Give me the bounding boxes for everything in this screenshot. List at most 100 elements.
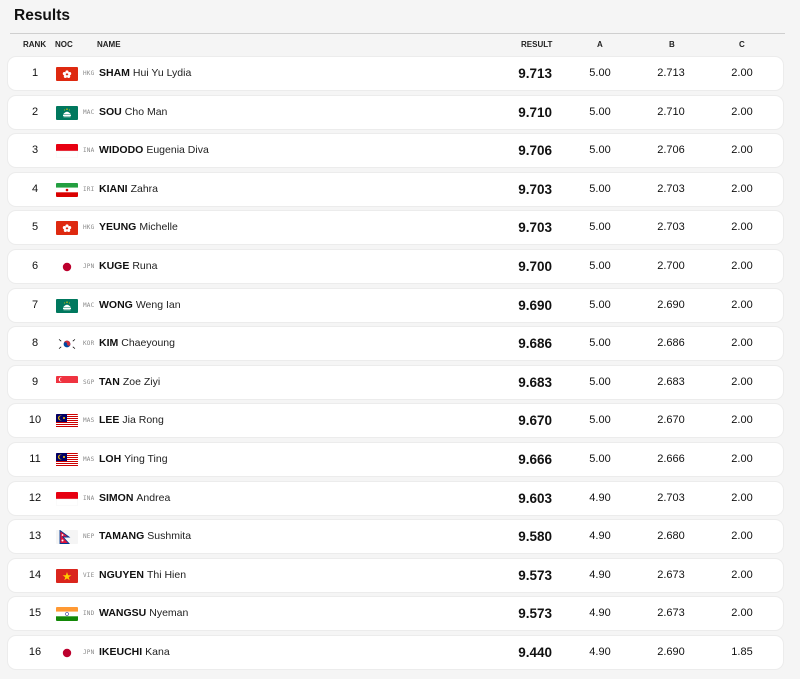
score-b-cell: 2.713 — [657, 67, 685, 79]
score-b-cell: 2.710 — [657, 105, 685, 118]
score-c-cell: 2.00 — [731, 144, 753, 157]
rank-cell: 13 — [28, 530, 42, 543]
score-c-cell: 2.00 — [731, 568, 753, 581]
athlete-surname: IKEUCHI — [99, 646, 143, 658]
table-row[interactable]: 8 KOR KIM Chaeyoung 9.686 5.00 2.686 2.00 — [8, 327, 783, 361]
athlete-given-name: Cho Man — [124, 105, 168, 118]
athlete-surname: SIMON — [99, 491, 134, 504]
table-row[interactable]: 5 HKG YEUNG Michelle 9.703 5.00 2.703 2.00 — [8, 211, 783, 245]
noc-code: NEP — [83, 533, 95, 541]
rank-cell: 14 — [28, 568, 42, 581]
noc-code: MAS — [83, 417, 95, 425]
score-c-cell: 2.00 — [731, 67, 753, 79]
flag-hkg-icon — [56, 221, 78, 236]
score-a-cell: 5.00 — [589, 221, 611, 234]
athlete-given-name: Thi Hien — [146, 568, 187, 581]
athlete-name[interactable]: YEUNG Michelle — [99, 211, 178, 244]
table-row[interactable]: 11 MAS LOH Ying Ting 9.666 5.00 2.666 2.00 — [8, 443, 783, 476]
result-cell: 9.710 — [518, 104, 552, 120]
athlete-name[interactable]: IKEUCHI Kana — [99, 636, 170, 669]
athlete-name[interactable]: LOH Ying Ting — [99, 443, 168, 476]
score-b-cell: 2.673 — [657, 568, 685, 581]
athlete-name[interactable]: SHAM Hui Yu Lydia — [99, 57, 191, 90]
result-cell: 9.683 — [518, 374, 552, 390]
table-row[interactable]: 13 NEP TAMANG Sushmita 9.580 4.90 2.680 2.00 — [8, 520, 783, 554]
noc-code: IND — [83, 610, 95, 618]
athlete-name[interactable]: TAN Zoe Ziyi — [99, 366, 160, 399]
table-row[interactable]: 4 IRI KIANI Zahra 9.703 5.00 2.703 2.00 — [8, 172, 783, 206]
table-row[interactable]: 7 MAC WONG Weng Ian 9.690 5.00 2.690 2.00 — [8, 288, 783, 322]
athlete-surname: KUGE — [99, 260, 130, 272]
flag-jpn-icon — [56, 646, 78, 660]
score-a-cell: 5.00 — [589, 298, 611, 311]
table-row[interactable]: 16 JPN IKEUCHI Kana 9.440 4.90 2.690 1.85 — [8, 636, 783, 669]
score-c-cell: 2.00 — [731, 530, 753, 543]
athlete-surname: TAN — [99, 375, 120, 388]
athlete-given-name: Hui Yu Lydia — [132, 67, 192, 79]
noc-code: IRI — [83, 185, 95, 193]
score-b-cell: 2.680 — [657, 530, 685, 543]
table-row[interactable]: 6 JPN KUGE Runa 9.700 5.00 2.700 2.00 — [8, 250, 783, 283]
score-b-cell: 2.673 — [657, 607, 685, 620]
athlete-name[interactable]: KIANI Zahra — [99, 173, 158, 206]
athlete-given-name: Andrea — [136, 491, 171, 504]
score-b-cell: 2.666 — [657, 453, 685, 465]
header-a: A — [597, 40, 603, 49]
table-row[interactable]: 1 HKG SHAM Hui Yu Lydia 9.713 5.00 2.713 2.00 — [8, 57, 783, 90]
noc-code: KOR — [83, 340, 95, 348]
flag-ina-icon — [56, 144, 78, 159]
rank-cell: 9 — [31, 375, 39, 388]
score-a-cell: 5.00 — [589, 67, 611, 79]
flag-kor-icon — [56, 337, 78, 352]
score-b-cell: 2.690 — [657, 298, 685, 311]
score-a-cell: 4.90 — [589, 646, 611, 658]
table-row[interactable]: 9 SGP TAN Zoe Ziyi 9.683 5.00 2.683 2.00 — [8, 365, 783, 399]
result-cell: 9.703 — [518, 181, 552, 197]
noc-code: SGP — [83, 378, 95, 386]
table-row[interactable]: 14 VIE NGUYEN Thi Hien 9.573 4.90 2.673 2.00 — [8, 558, 783, 592]
athlete-surname: WONG — [99, 298, 133, 311]
rank-cell: 10 — [28, 414, 42, 427]
score-a-cell: 5.00 — [589, 144, 611, 157]
rank-cell: 3 — [31, 144, 39, 157]
flag-ina-icon — [56, 491, 78, 506]
result-cell: 9.706 — [518, 143, 552, 159]
noc-code: HKG — [83, 224, 95, 232]
result-cell: 9.666 — [518, 452, 552, 467]
score-a-cell: 5.00 — [589, 260, 611, 272]
page-title: Results — [14, 7, 70, 24]
score-a-cell: 4.90 — [589, 491, 611, 504]
athlete-name[interactable]: TAMANG Sushmita — [99, 520, 191, 553]
table-row[interactable]: 10 MAS LEE Jia Rong 9.670 5.00 2.670 2.00 — [8, 404, 783, 438]
athlete-surname: KIANI — [99, 182, 128, 195]
athlete-surname: YEUNG — [99, 221, 137, 234]
noc-code: VIE — [83, 571, 95, 579]
result-cell: 9.573 — [518, 606, 552, 622]
noc-code: JPN — [83, 263, 95, 270]
score-b-cell: 2.703 — [657, 182, 685, 195]
athlete-name[interactable]: KUGE Runa — [99, 250, 157, 283]
flag-nep-icon — [56, 530, 78, 545]
table-row[interactable]: 15 IND WANGSU Nyeman 9.573 4.90 2.673 2.00 — [8, 597, 783, 631]
noc-code: INA — [83, 147, 95, 155]
athlete-name[interactable]: WONG Weng Ian — [99, 289, 181, 322]
athlete-given-name: Ying Ting — [124, 453, 168, 465]
rank-cell: 6 — [31, 260, 39, 272]
athlete-name[interactable]: SIMON Andrea — [99, 482, 170, 515]
athlete-name[interactable]: SOU Cho Man — [99, 96, 167, 129]
score-c-cell: 2.00 — [731, 607, 753, 620]
athlete-name[interactable]: WIDODO Eugenia Diva — [99, 134, 209, 167]
noc-code: MAC — [83, 108, 95, 116]
table-row[interactable]: 3 INA WIDODO Eugenia Diva 9.706 5.00 2.706 2.00 — [8, 134, 783, 168]
score-c-cell: 2.00 — [731, 453, 753, 465]
score-a-cell: 4.90 — [589, 530, 611, 543]
athlete-surname: LOH — [99, 453, 122, 465]
flag-mac-icon — [56, 298, 78, 313]
athlete-name[interactable]: KIM Chaeyoung — [99, 327, 175, 360]
table-row[interactable]: 12 INA SIMON Andrea 9.603 4.90 2.703 2.00 — [8, 481, 783, 515]
athlete-name[interactable]: LEE Jia Rong — [99, 404, 164, 437]
table-row[interactable]: 2 MAC SOU Cho Man 9.710 5.00 2.710 2.00 — [8, 95, 783, 129]
athlete-name[interactable]: WANGSU Nyeman — [99, 597, 188, 630]
athlete-name[interactable]: NGUYEN Thi Hien — [99, 559, 186, 592]
score-b-cell: 2.686 — [657, 337, 685, 350]
